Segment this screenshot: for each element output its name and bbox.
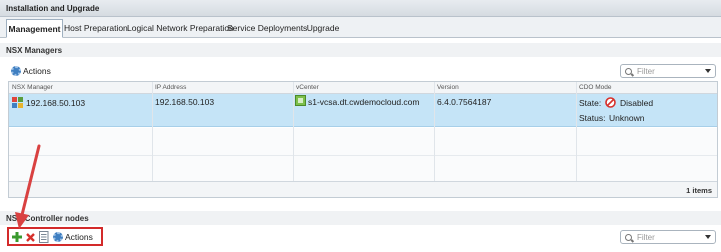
annotation-arrow: [15, 144, 41, 229]
